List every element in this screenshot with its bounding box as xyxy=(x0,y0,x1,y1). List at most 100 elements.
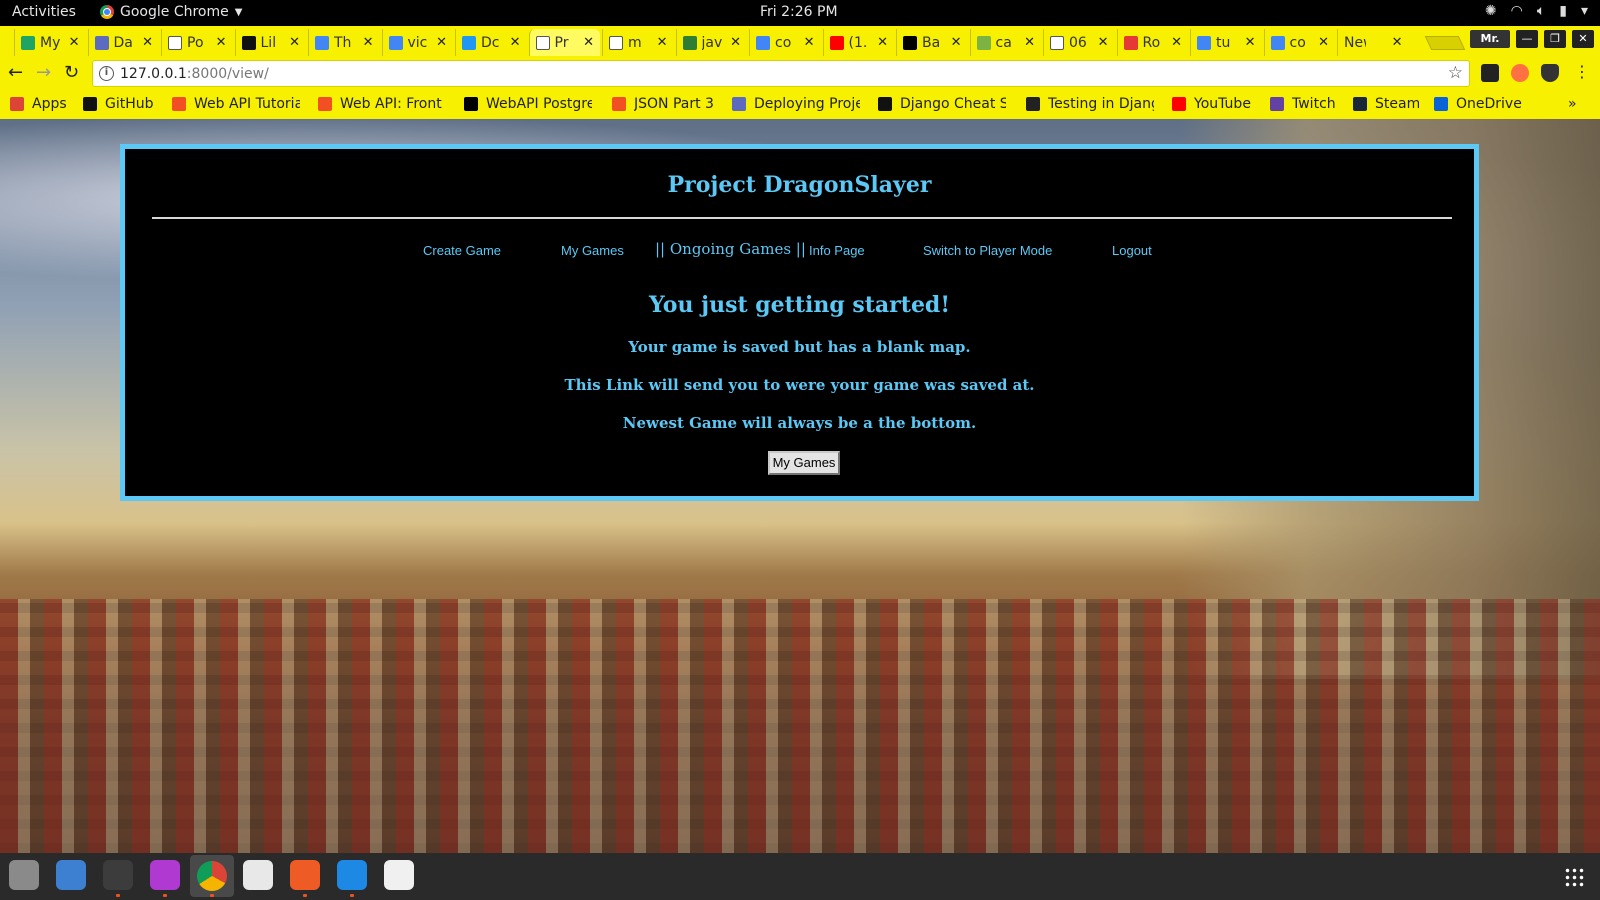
bookmark-django-cheat-sh[interactable]: Django Cheat Sh xyxy=(878,96,1006,112)
address-bar-url[interactable]: 127.0.0.1:8000/view/ xyxy=(120,66,269,82)
bookmark-youtube[interactable]: YouTube xyxy=(1172,96,1251,112)
new-tab-button[interactable] xyxy=(1424,36,1466,50)
browser-tab[interactable]: 06 ✕ xyxy=(1043,29,1115,56)
browser-tab[interactable]: Th ✕ xyxy=(308,29,380,56)
show-applications-icon[interactable] xyxy=(1564,867,1584,887)
running-indicator xyxy=(210,894,214,897)
browser-tab[interactable]: Da ✕ xyxy=(87,29,160,56)
browser-tab[interactable]: Lil ✕ xyxy=(234,29,307,56)
slack-icon[interactable] xyxy=(243,860,273,890)
reload-icon[interactable]: ↻ xyxy=(64,62,79,83)
tab-close-icon[interactable]: ✕ xyxy=(804,35,815,50)
close-icon[interactable]: ✕ xyxy=(1572,30,1594,48)
browser-tab[interactable]: vic ✕ xyxy=(381,29,454,56)
app-menu[interactable]: Google Chrome ▼ xyxy=(100,4,242,20)
browser-tab[interactable]: co ✕ xyxy=(1263,29,1336,56)
postman-icon[interactable] xyxy=(290,860,320,890)
chrome-icon[interactable] xyxy=(190,855,234,897)
onedrive-icon xyxy=(1434,97,1448,111)
nav-logout[interactable]: Logout xyxy=(1112,241,1152,261)
browser-tab[interactable]: Pr ✕ xyxy=(528,29,600,56)
system-tray[interactable]: ✺ ◠ 🔈︎ ▮ ▾ xyxy=(1485,3,1588,19)
browser-tab[interactable]: tu ✕ xyxy=(1190,29,1262,56)
bookmark-json-part-3[interactable]: JSON Part 3 xyxy=(612,96,714,112)
profile-button[interactable]: Mr. xyxy=(1470,30,1510,48)
text-editor-icon[interactable] xyxy=(384,860,414,890)
browser-tab[interactable]: co ✕ xyxy=(749,29,821,56)
help-icon[interactable] xyxy=(56,860,86,890)
power-menu-icon[interactable]: ▾ xyxy=(1581,3,1588,19)
bookmark-github[interactable]: GitHub xyxy=(83,96,154,112)
files-icon[interactable] xyxy=(9,860,39,890)
browser-tab[interactable]: ca ✕ xyxy=(969,29,1042,56)
tab-close-icon[interactable]: ✕ xyxy=(583,35,594,50)
b-icon xyxy=(903,35,917,50)
browser-tab[interactable]: Ba ✕ xyxy=(896,29,968,56)
browser-tab[interactable]: Ro ✕ xyxy=(1116,29,1189,56)
bookmark-onedrive[interactable]: OneDrive xyxy=(1434,96,1522,112)
terminal-icon[interactable] xyxy=(103,860,133,890)
tab-close-icon[interactable]: ✕ xyxy=(951,35,962,50)
chrome-menu-icon[interactable]: ⋮ xyxy=(1574,62,1590,81)
tab-close-icon[interactable]: ✕ xyxy=(289,35,300,50)
clock[interactable]: Fri 2:26 PM xyxy=(760,4,838,20)
nav-info-page[interactable]: Info Page xyxy=(809,241,865,261)
tab-close-icon[interactable]: ✕ xyxy=(216,35,227,50)
battery-icon[interactable]: ▮ xyxy=(1559,3,1567,19)
tab-close-icon[interactable]: ✕ xyxy=(1245,35,1256,50)
tab-label: tu xyxy=(1216,34,1231,51)
tab-close-icon[interactable]: ✕ xyxy=(1171,35,1182,50)
intellij-icon[interactable] xyxy=(150,860,180,890)
nav-my-games[interactable]: My Games xyxy=(561,241,624,261)
tab-close-icon[interactable]: ✕ xyxy=(510,35,521,50)
my-games-button[interactable]: My Games xyxy=(768,451,840,475)
forward-arrow-icon[interactable]: → xyxy=(36,62,51,83)
browser-tab[interactable]: Dc ✕ xyxy=(455,29,527,56)
update-icon[interactable]: ✺ xyxy=(1485,3,1497,19)
more-bookmarks-icon[interactable]: » xyxy=(1568,96,1577,112)
browser-tab[interactable]: (1. ✕ xyxy=(822,29,895,56)
tab-close-icon[interactable]: ✕ xyxy=(363,35,374,50)
tab-close-icon[interactable]: ✕ xyxy=(1318,35,1329,50)
browser-tab[interactable]: jav ✕ xyxy=(675,29,748,56)
vscode-icon[interactable] xyxy=(337,860,367,890)
bookmark-apps[interactable]: Apps xyxy=(10,96,67,112)
extension-shield-icon[interactable] xyxy=(1541,64,1559,82)
browser-tab[interactable]: New ✕ xyxy=(1337,29,1409,56)
bookmark-webapi-postgre[interactable]: WebAPI Postgre xyxy=(464,96,592,112)
nav-ongoing-games[interactable]: || Ongoing Games || xyxy=(655,239,806,259)
bookmark-deploying-proje[interactable]: Deploying Proje xyxy=(732,96,860,112)
bookmark-star-icon[interactable]: ☆ xyxy=(1448,63,1463,83)
browser-tab[interactable]: m ✕ xyxy=(602,29,674,56)
bookmark-web-api-tutoria[interactable]: Web API Tutoria xyxy=(172,96,300,112)
bookmark-twitch[interactable]: Twitch xyxy=(1270,96,1336,112)
tab-close-icon[interactable]: ✕ xyxy=(69,35,80,50)
tab-close-icon[interactable]: ✕ xyxy=(877,35,888,50)
address-bar[interactable]: i 127.0.0.1:8000/view/ ☆ xyxy=(92,60,1470,87)
extension-cast-icon[interactable] xyxy=(1511,64,1529,82)
bookmark-testing-in-djang[interactable]: Testing in Djang xyxy=(1026,96,1154,112)
activities-button[interactable]: Activities xyxy=(12,4,76,20)
minimize-icon[interactable]: — xyxy=(1516,30,1538,48)
tab-close-icon[interactable]: ✕ xyxy=(730,35,741,50)
tab-close-icon[interactable]: ✕ xyxy=(1024,35,1035,50)
extension-printer-icon[interactable] xyxy=(1481,64,1499,82)
nav-switch-player-mode[interactable]: Switch to Player Mode xyxy=(923,241,1052,261)
volume-icon[interactable]: 🔈︎ xyxy=(1537,3,1545,19)
site-info-icon[interactable]: i xyxy=(99,66,114,81)
browser-tab[interactable]: Po ✕ xyxy=(161,29,233,56)
bookmark-web-api-front[interactable]: Web API: Front xyxy=(318,96,442,112)
tab-close-icon[interactable]: ✕ xyxy=(142,35,153,50)
url-host: 127.0.0.1 xyxy=(120,66,187,82)
tab-close-icon[interactable]: ✕ xyxy=(436,35,447,50)
google-icon xyxy=(388,35,403,50)
tab-close-icon[interactable]: ✕ xyxy=(657,35,668,50)
nav-create-game[interactable]: Create Game xyxy=(423,241,501,261)
tab-close-icon[interactable]: ✕ xyxy=(1098,35,1109,50)
restore-icon[interactable]: ❐ xyxy=(1544,30,1566,48)
back-arrow-icon[interactable]: ← xyxy=(8,62,23,83)
tab-close-icon[interactable]: ✕ xyxy=(1392,35,1403,50)
wifi-icon[interactable]: ◠ xyxy=(1511,3,1523,19)
browser-tab[interactable]: My ✕ xyxy=(14,29,86,56)
bookmark-steam[interactable]: Steam xyxy=(1353,96,1419,112)
